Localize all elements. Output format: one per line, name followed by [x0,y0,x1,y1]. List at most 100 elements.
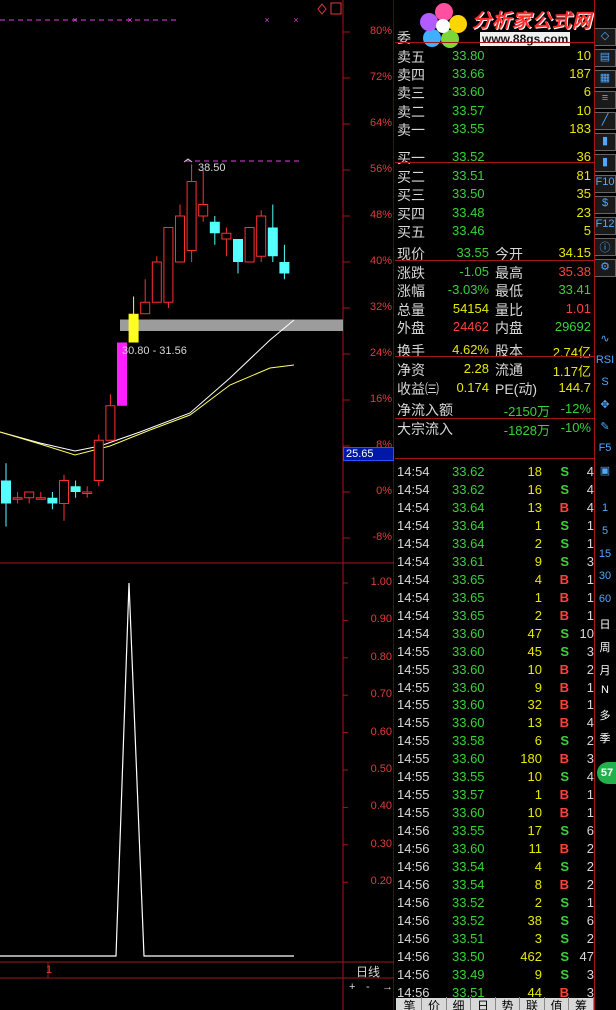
tick-count: 6 [586,823,594,839]
tick-row[interactable]: 14:54 33.65 4 B 1 [396,572,594,590]
tick-row[interactable]: 14:54 33.62 18 S 4 [396,464,594,482]
tick-side: B [559,697,569,713]
tick-row[interactable]: 14:55 33.60 180 B 3 [396,751,594,769]
tick-row[interactable]: 14:56 33.50 462 S 47 [396,949,594,967]
bottom-tab[interactable]: 笔 [398,997,422,1010]
line-chart-icon[interactable]: ╱ [594,112,616,130]
calc-icon[interactable]: ▤ [594,49,616,67]
tick-row[interactable]: 14:54 33.61 9 S 3 [396,554,594,572]
tick-price: 33.60 [452,679,485,695]
tick-side: S [560,733,569,749]
candle[interactable] [256,210,267,262]
ask-volume: 6 [583,84,591,100]
period-button[interactable]: 15 [594,548,616,566]
period-button[interactable]: 周 [594,639,616,657]
settings-icon[interactable]: ⚙ [594,259,616,277]
tick-row[interactable]: 14:55 33.60 10 B 2 [396,662,594,680]
grid-icon[interactable]: ▦ [594,70,616,88]
pct-label: -8% [372,531,392,543]
bottom-tab[interactable]: 值 [545,997,569,1010]
tick-row[interactable]: 14:55 33.55 10 S 4 [396,769,594,787]
tick-row[interactable]: 14:54 33.62 16 S 4 [396,482,594,500]
f5-icon[interactable]: F5 [594,442,616,460]
period-button[interactable]: 30 [594,570,616,588]
tick-row[interactable]: 14:54 33.64 13 B 4 [396,500,594,518]
tick-volume: 1 [534,517,542,533]
tick-row[interactable]: 14:56 33.54 4 S 2 [396,859,594,877]
kline-chart[interactable]: × × × × [0,0,394,1010]
info-icon[interactable]: ⓘ [594,238,616,256]
period-button[interactable]: 季 [594,730,616,748]
f12-icon[interactable]: F12 [594,217,616,235]
tick-volume: 1 [534,589,542,605]
f10-icon[interactable]: F10 [594,175,616,193]
bottom-tab[interactable]: 细 [447,997,471,1010]
tick-row[interactable]: 14:55 33.60 9 B 1 [396,680,594,698]
tick-row[interactable]: 14:56 33.52 2 S 1 [396,895,594,913]
bottom-tab[interactable]: 日 [472,997,496,1010]
flow-pct: -10% [560,420,591,435]
tick-time: 14:56 [397,895,430,911]
tick-row[interactable]: 14:56 33.51 3 S 2 [396,931,594,949]
period-button[interactable]: 1 [594,502,616,520]
period-button[interactable]: 日 [594,616,616,634]
tick-row[interactable]: 14:56 33.55 17 S 6 [396,823,594,841]
tick-row[interactable]: 14:55 33.60 13 B 4 [396,715,594,733]
bottom-tab[interactable]: 势 [496,997,520,1010]
tick-count: 2 [586,877,594,893]
tick-row[interactable]: 14:55 33.58 6 S 2 [396,733,594,751]
tick-row[interactable]: 14:55 33.60 32 B 1 [396,697,594,715]
bottom-tab[interactable]: 联 [521,997,545,1010]
bar-icon[interactable]: ▮ [594,154,616,172]
zoom-in-button[interactable]: + [349,981,355,993]
period-button[interactable]: 多 [594,707,616,725]
bottom-tab[interactable]: 价 [423,997,447,1010]
bottom-tab[interactable]: 筹 [570,997,594,1010]
tick-row[interactable]: 14:54 33.64 2 S 1 [396,536,594,554]
tick-row[interactable]: 14:56 33.60 11 B 2 [396,841,594,859]
tick-row[interactable]: 14:56 33.54 8 B 2 [396,877,594,895]
candle[interactable] [244,227,255,263]
tick-volume: 13 [527,499,542,515]
tick-row[interactable]: 14:56 33.52 38 S 6 [396,913,594,931]
candle[interactable] [151,256,162,303]
tick-row[interactable]: 14:55 33.57 1 B 1 [396,787,594,805]
pct-label: 24% [369,347,392,359]
rsi-icon[interactable]: RSI [594,354,616,372]
tick-count: 1 [586,535,594,551]
dollar-icon[interactable]: $ [594,196,616,214]
move-icon[interactable]: ✥ [594,398,616,416]
diamond-icon[interactable]: ◇ [594,28,616,46]
tick-row[interactable]: 14:55 33.60 45 S 3 [396,644,594,662]
tick-count: 2 [586,859,594,875]
period-button[interactable]: 5 [594,525,616,543]
candle[interactable] [93,434,104,487]
tick-side: B [559,715,569,731]
tick-row[interactable]: 14:54 33.64 1 S 1 [396,518,594,536]
tick-row[interactable]: 14:56 33.49 9 S 3 [396,967,594,985]
tick-row[interactable]: 14:54 33.65 1 B 1 [396,590,594,608]
pencil-icon[interactable]: ✎ [594,420,616,438]
list-icon[interactable]: ≡ [594,91,616,109]
ind-label: 0.80 [370,650,392,663]
candle[interactable] [163,227,174,309]
fundamental-value: 144.7 [558,380,591,395]
tick-time: 14:55 [397,733,430,749]
wave-icon[interactable]: ∿ [594,332,616,350]
period-button[interactable]: 60 [594,593,616,611]
period-button[interactable]: 月 [594,662,616,680]
tick-row[interactable]: 14:55 33.60 10 B 1 [396,805,594,823]
s-icon[interactable]: S [594,376,616,394]
stat-value: -1.05 [459,263,489,279]
window-icon[interactable]: ▣ [594,464,616,482]
candle-icon[interactable]: ▮ [594,133,616,151]
tick-side: S [560,913,569,928]
zoom-out-button[interactable]: - [366,981,370,993]
scroll-right-button[interactable]: → [382,981,393,993]
tick-row[interactable]: 14:54 33.60 47 S 10 [396,626,594,644]
period-button[interactable]: N [594,684,616,702]
side-badge[interactable]: 57 [597,762,616,784]
ask-volume: 10 [576,48,591,63]
tick-row[interactable]: 14:54 33.65 2 B 1 [396,608,594,626]
tick-time: 14:56 [397,913,430,928]
